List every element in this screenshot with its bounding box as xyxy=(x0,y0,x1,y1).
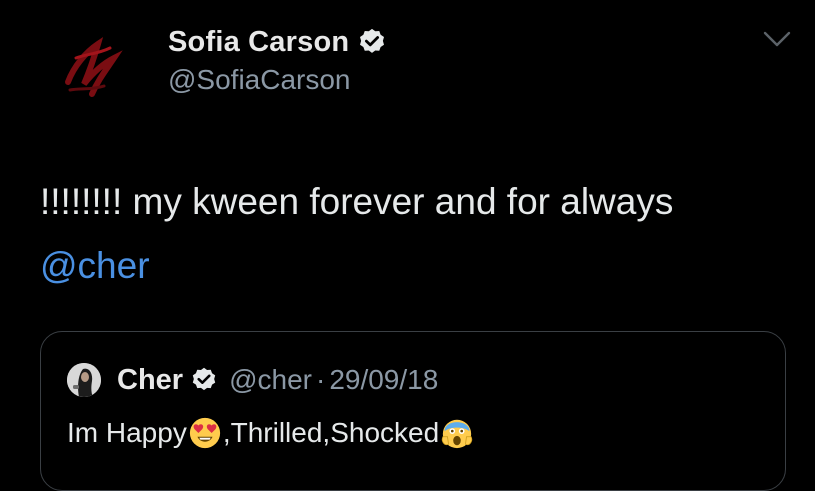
quoted-tweet-text: Im Happy ,Thrilled,Shocked xyxy=(67,416,475,450)
author-name[interactable]: Sofia Carson xyxy=(168,26,349,59)
author-name-row[interactable]: Sofia Carson xyxy=(168,22,387,62)
quoted-text-part2: ,Thrilled,Shocked xyxy=(222,417,440,448)
author-monogram-logo xyxy=(40,18,144,122)
quoted-tweet-card[interactable]: Cher @cher · 29/09/18 Im Happy ,Thrilled… xyxy=(40,331,786,491)
dot-separator: · xyxy=(315,364,326,395)
quoted-text-part1: Im Happy xyxy=(67,417,187,448)
avatar-portrait-image xyxy=(67,363,101,397)
quoted-author-avatar[interactable] xyxy=(67,363,101,397)
tweet: Sofia Carson @SofiaCarson !!!!!!!! my kw… xyxy=(0,0,815,491)
screaming-face-emoji-icon xyxy=(442,419,473,449)
author-handle[interactable]: @SofiaCarson xyxy=(168,64,351,96)
author-avatar[interactable] xyxy=(40,18,144,122)
quoted-author-handle[interactable]: @cher xyxy=(229,364,312,396)
heart-eyes-emoji-icon xyxy=(189,417,220,449)
verified-badge-icon xyxy=(192,367,216,391)
quoted-tweet-header: Cher @cher · 29/09/18 xyxy=(117,360,438,400)
tweet-body: !!!!!!!! my kween forever and for always xyxy=(40,181,674,222)
tweet-text: !!!!!!!! my kween forever and for always… xyxy=(40,170,800,298)
mention-link[interactable]: @cher xyxy=(40,245,150,286)
quoted-tweet-date[interactable]: 29/09/18 xyxy=(329,364,438,396)
chevron-down-icon[interactable] xyxy=(762,28,792,50)
quoted-author-name[interactable]: Cher xyxy=(117,364,183,397)
verified-badge-icon xyxy=(360,28,385,53)
